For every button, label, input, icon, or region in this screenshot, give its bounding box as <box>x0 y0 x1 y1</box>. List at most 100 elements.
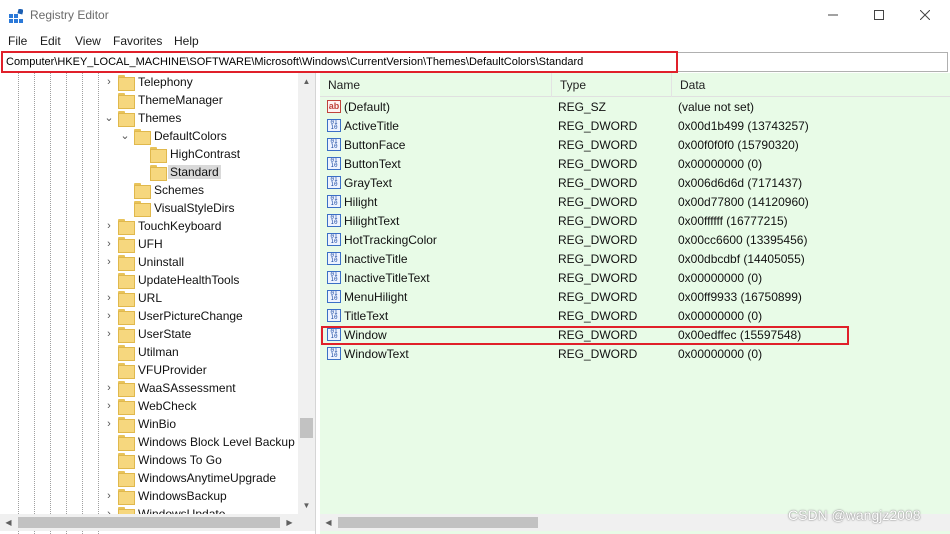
tree-item[interactable]: ⌄ Themes <box>0 110 298 128</box>
value-row[interactable]: 01 10 GrayText REG_DWORD 0x006d6d6d (717143… <box>320 174 950 193</box>
tree-item[interactable]: UpdateHealthTools <box>0 272 298 290</box>
chevron-right-icon[interactable]: › <box>104 237 114 251</box>
chevron-right-icon[interactable]: › <box>104 75 114 89</box>
minimize-button[interactable] <box>810 0 856 30</box>
tree-item[interactable]: Standard <box>0 164 298 182</box>
tree-item-label: UFH <box>138 237 163 251</box>
tree-horizontal-scroll-thumb[interactable] <box>18 517 280 528</box>
value-row[interactable]: 01 10 InactiveTitle REG_DWORD 0x00dbcdbf (1… <box>320 250 950 269</box>
tree-item-label: VisualStyleDirs <box>154 201 235 215</box>
close-button[interactable] <box>902 0 948 30</box>
tree-item[interactable]: › UserPictureChange <box>0 308 298 326</box>
chevron-right-icon[interactable]: › <box>104 255 114 269</box>
value-row[interactable]: ab (Default) REG_SZ (value not set) <box>320 98 950 117</box>
address-bar[interactable]: Computer\HKEY_LOCAL_MACHINE\SOFTWARE\Mic… <box>2 52 948 72</box>
value-data: 0x00000000 (0) <box>678 347 763 361</box>
folder-icon <box>134 201 151 217</box>
chevron-right-icon[interactable]: › <box>104 309 114 323</box>
tree-item[interactable]: HighContrast <box>0 146 298 164</box>
chevron-right-icon[interactable]: › <box>104 291 114 305</box>
binary-value-icon: 01 10 <box>327 176 341 189</box>
tree-item[interactable]: Windows Block Level Backup <box>0 434 298 452</box>
tree-item[interactable]: WindowsAnytimeUpgrade <box>0 470 298 488</box>
chevron-right-icon[interactable]: › <box>104 219 114 233</box>
tree-vertical-scroll-thumb[interactable] <box>300 418 313 438</box>
tree-item[interactable]: ThemeManager <box>0 92 298 110</box>
tree-item-label: Windows To Go <box>138 453 222 467</box>
folder-icon <box>118 435 135 451</box>
tree-item[interactable]: › TouchKeyboard <box>0 218 298 236</box>
scroll-left-arrow-icon[interactable]: ◀ <box>0 514 17 531</box>
tree-item[interactable]: › UFH <box>0 236 298 254</box>
binary-value-icon: 01 10 <box>327 233 341 246</box>
menu-favorites[interactable]: Favorites <box>113 34 162 48</box>
value-row[interactable]: 01 10 ActiveTitle REG_DWORD 0x00d1b499 (137… <box>320 117 950 136</box>
chevron-right-icon[interactable]: › <box>104 399 114 413</box>
address-path[interactable]: Computer\HKEY_LOCAL_MACHINE\SOFTWARE\Mic… <box>6 56 583 68</box>
chevron-right-icon[interactable]: › <box>104 417 114 431</box>
values-list-pane[interactable]: Name Type Data ab (Default) REG_SZ (value n… <box>320 73 950 534</box>
list-horizontal-scroll-thumb[interactable] <box>338 517 538 528</box>
chevron-down-icon[interactable]: ⌄ <box>120 129 130 143</box>
menu-view[interactable]: View <box>75 34 101 48</box>
tree-item-label: WindowsBackup <box>138 489 227 503</box>
value-row[interactable]: 01 10 HotTrackingColor REG_DWORD 0x00cc6600… <box>320 231 950 250</box>
chevron-right-icon[interactable]: › <box>104 327 114 341</box>
tree-item[interactable]: › Telephony <box>0 74 298 92</box>
tree-item[interactable]: › WaaSAssessment <box>0 380 298 398</box>
value-row[interactable]: 01 10 InactiveTitleText REG_DWORD 0x0000000… <box>320 269 950 288</box>
value-name: ButtonText <box>344 157 401 171</box>
value-row[interactable]: 01 10 Hilight REG_DWORD 0x00d77800 (1412096… <box>320 193 950 212</box>
folder-icon <box>134 129 151 145</box>
value-row[interactable]: 01 10 ButtonFace REG_DWORD 0x00f0f0f0 (1579… <box>320 136 950 155</box>
chevron-right-icon[interactable]: › <box>104 381 114 395</box>
column-header-type[interactable]: Type <box>552 73 672 97</box>
tree-item[interactable]: Windows To Go <box>0 452 298 470</box>
menu-edit[interactable]: Edit <box>40 34 61 48</box>
tree-item[interactable]: › WebCheck <box>0 398 298 416</box>
tree-vertical-scrollbar[interactable]: ▲ ▼ <box>298 73 315 514</box>
tree-item[interactable]: › WinBio <box>0 416 298 434</box>
scroll-left-arrow-icon[interactable]: ◀ <box>320 514 337 531</box>
value-type: REG_DWORD <box>558 214 638 228</box>
key-tree-pane[interactable]: › Telephony ThemeManager ⌄ Themes ⌄ DefaultCol… <box>0 73 316 534</box>
value-row[interactable]: 01 10 MenuHilight REG_DWORD 0x00ff9933 (167… <box>320 288 950 307</box>
tree-item[interactable]: ⌄ DefaultColors <box>0 128 298 146</box>
scroll-right-arrow-icon[interactable]: ▶ <box>281 514 298 531</box>
column-header-name[interactable]: Name <box>320 73 552 97</box>
value-row[interactable]: 01 10 Window REG_DWORD 0x00edffec (15597548… <box>320 326 950 345</box>
chevron-down-icon[interactable]: ⌄ <box>104 111 114 125</box>
watermark: CSDN @wangjz2008 <box>788 507 921 523</box>
tree-item[interactable]: Utilman <box>0 344 298 362</box>
tree-horizontal-scrollbar[interactable]: ◀ ▶ <box>0 514 298 531</box>
value-row[interactable]: 01 10 WindowText REG_DWORD 0x00000000 (0) <box>320 345 950 364</box>
tree-item-label: WaaSAssessment <box>138 381 236 395</box>
value-row[interactable]: 01 10 TitleText REG_DWORD 0x00000000 (0) <box>320 307 950 326</box>
maximize-button[interactable] <box>856 0 902 30</box>
menu-help[interactable]: Help <box>174 34 199 48</box>
folder-icon <box>118 93 135 109</box>
tree-item[interactable]: › Uninstall <box>0 254 298 272</box>
scroll-up-arrow-icon[interactable]: ▲ <box>298 73 315 90</box>
chevron-right-icon[interactable]: › <box>104 489 114 503</box>
value-type: REG_DWORD <box>558 328 638 342</box>
value-row[interactable]: 01 10 HilightText REG_DWORD 0x00ffffff (167… <box>320 212 950 231</box>
binary-value-icon: 01 10 <box>327 214 341 227</box>
tree-item[interactable]: › URL <box>0 290 298 308</box>
value-name: WindowText <box>344 347 409 361</box>
tree-item[interactable]: VisualStyleDirs <box>0 200 298 218</box>
column-header-data[interactable]: Data <box>672 73 950 97</box>
folder-icon <box>118 345 135 361</box>
value-data: 0x00ff9933 (16750899) <box>678 290 802 304</box>
tree-item[interactable]: › UserState <box>0 326 298 344</box>
tree-item-label: ThemeManager <box>138 93 223 107</box>
menu-file[interactable]: File <box>8 34 27 48</box>
value-type: REG_DWORD <box>558 271 638 285</box>
tree-item[interactable]: Schemes <box>0 182 298 200</box>
tree-item[interactable]: VFUProvider <box>0 362 298 380</box>
value-row[interactable]: 01 10 ButtonText REG_DWORD 0x00000000 (0) <box>320 155 950 174</box>
value-name: GrayText <box>344 176 393 190</box>
tree-item[interactable]: › WindowsBackup <box>0 488 298 506</box>
scroll-down-arrow-icon[interactable]: ▼ <box>298 497 315 514</box>
value-type: REG_DWORD <box>558 290 638 304</box>
